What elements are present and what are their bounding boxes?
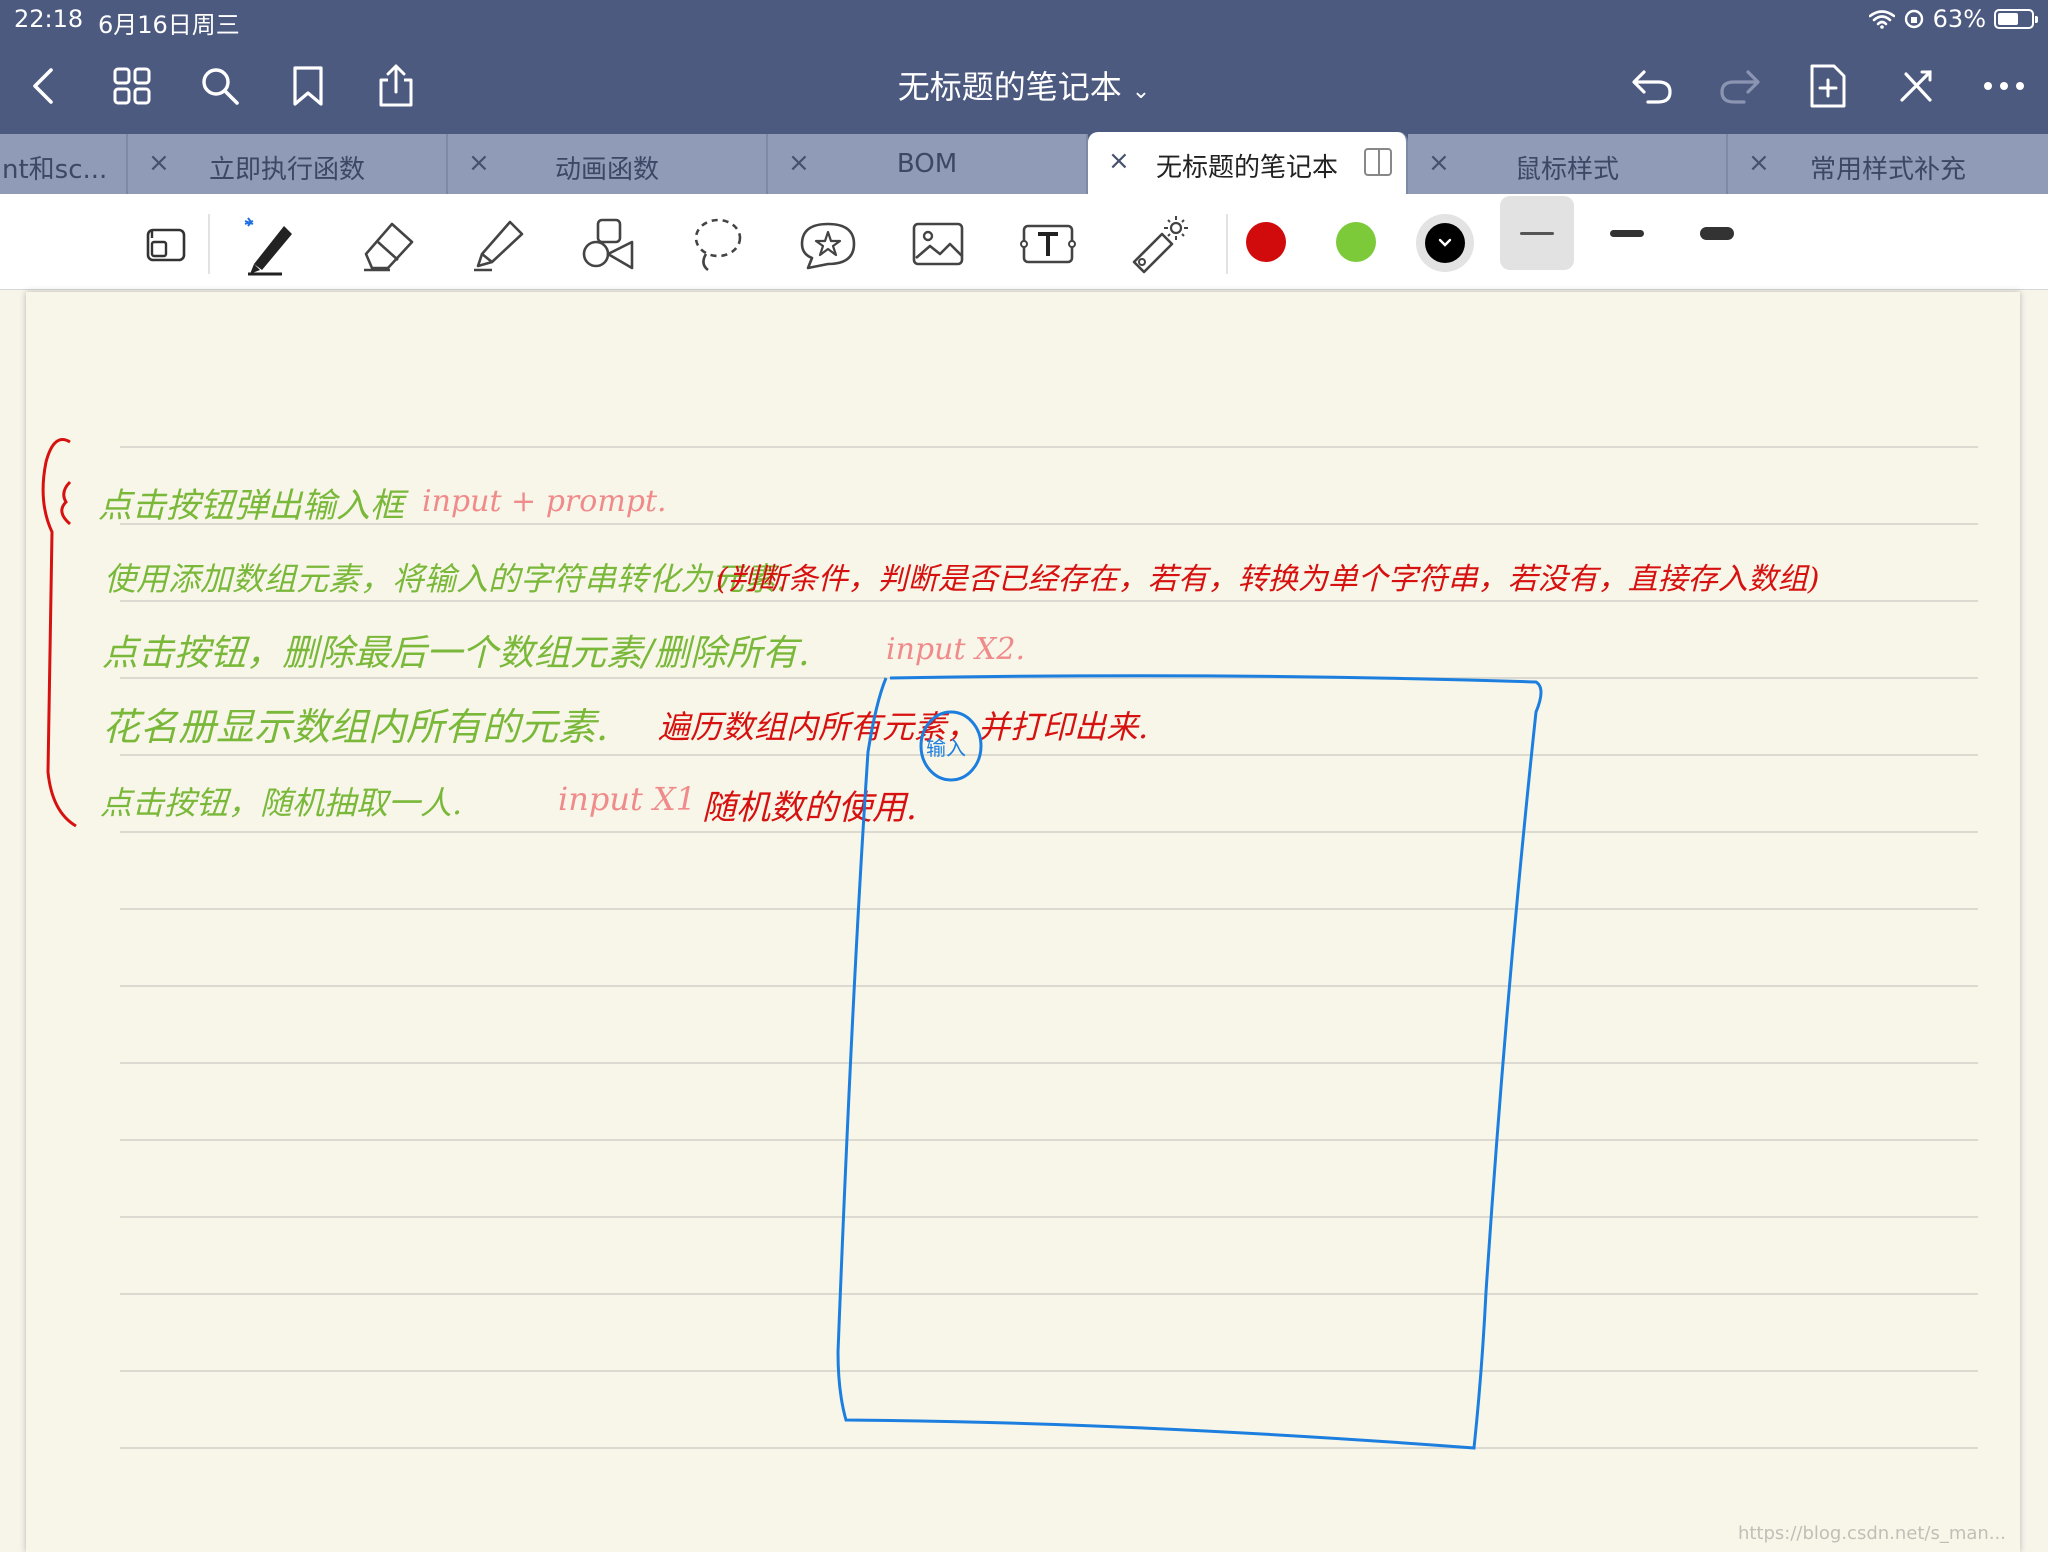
battery-fill bbox=[1998, 13, 2018, 25]
tab-label: 鼠标样式 bbox=[1514, 155, 1619, 185]
tab-2[interactable]: × 动画函数 bbox=[448, 134, 768, 194]
orientation-lock-icon bbox=[1904, 9, 1923, 29]
stroke-thin-option[interactable] bbox=[1500, 196, 1574, 270]
color-red-swatch[interactable] bbox=[1246, 222, 1286, 262]
color-black-swatch bbox=[1425, 223, 1465, 263]
chevron-down-icon: ⌄ bbox=[1131, 79, 1151, 104]
color-black-swatch-selected[interactable] bbox=[1416, 214, 1474, 272]
new-page-icon[interactable] bbox=[1804, 62, 1852, 110]
redo-icon[interactable] bbox=[1716, 62, 1764, 110]
tab-5[interactable]: × 鼠标样式 bbox=[1408, 134, 1728, 194]
pen-icon[interactable] bbox=[240, 212, 304, 276]
tab-4-active[interactable]: × 无标题的笔记本 bbox=[1088, 132, 1408, 194]
notebook-page[interactable]: 点击按钮弹出输入框 input + prompt. 使用添加数组元素，将输入的字… bbox=[26, 292, 2020, 1552]
tab-1[interactable]: × 立即执行函数 bbox=[128, 134, 448, 194]
split-view-icon[interactable] bbox=[1364, 148, 1392, 176]
color-green-swatch[interactable] bbox=[1336, 222, 1376, 262]
tab-bar: nt和sc... × 立即执行函数 × 动画函数 × BOM × 无标题的笔记本… bbox=[0, 132, 2048, 194]
nav-bar: 无标题的笔记本 ⌄ bbox=[0, 40, 2048, 132]
tab-3[interactable]: × BOM bbox=[768, 134, 1088, 194]
tab-close-icon[interactable]: × bbox=[1108, 146, 1130, 176]
tab-6[interactable]: × 常用样式补充 bbox=[1728, 134, 2048, 194]
battery-percent: 63% bbox=[1932, 5, 1986, 33]
laser-pointer-icon[interactable] bbox=[1126, 212, 1190, 276]
ink-drawing-layer bbox=[41, 438, 1543, 1450]
battery-icon bbox=[1994, 9, 2038, 29]
eraser-icon[interactable] bbox=[356, 212, 420, 276]
tab-label: 动画函数 bbox=[554, 155, 659, 185]
red-brace-drawing bbox=[41, 438, 77, 828]
red-brace-small bbox=[60, 480, 72, 526]
sketch-input-label: 输入 bbox=[926, 736, 966, 760]
undo-icon[interactable] bbox=[1628, 62, 1676, 110]
stroke-medium-option[interactable] bbox=[1590, 196, 1664, 270]
page-layout-icon[interactable] bbox=[134, 212, 198, 276]
toolbar-divider bbox=[208, 214, 210, 274]
toolbar-divider bbox=[1226, 214, 1228, 274]
notebook-title-text: 无标题的笔记本 bbox=[897, 68, 1122, 106]
tab-0[interactable]: nt和sc... bbox=[0, 134, 128, 194]
blue-sketch-frame bbox=[836, 674, 1543, 1450]
more-icon[interactable] bbox=[1980, 62, 2028, 110]
status-bar: 22:18 6月16日周三 63% bbox=[0, 0, 2048, 40]
shapes-icon[interactable] bbox=[576, 212, 640, 276]
status-right: 63% bbox=[1868, 5, 2038, 33]
stroke-thick-option[interactable] bbox=[1680, 196, 1754, 270]
status-time: 22:18 bbox=[14, 5, 84, 33]
wifi-icon bbox=[1868, 10, 1895, 29]
sticker-icon[interactable] bbox=[796, 212, 860, 276]
status-date: 6月16日周三 bbox=[98, 11, 240, 39]
tab-label: 常用样式补充 bbox=[1809, 155, 1966, 185]
text-icon[interactable] bbox=[1016, 212, 1080, 276]
tab-label: 立即执行函数 bbox=[208, 155, 365, 185]
tab-label: nt和sc... bbox=[2, 155, 108, 185]
close-tools-icon[interactable] bbox=[1892, 62, 1940, 110]
highlighter-icon[interactable] bbox=[466, 212, 530, 276]
tab-label: BOM bbox=[896, 149, 958, 179]
lasso-icon[interactable] bbox=[686, 212, 750, 276]
image-icon[interactable] bbox=[906, 212, 970, 276]
chevron-down-icon bbox=[1438, 238, 1452, 247]
watermark-text: https://blog.csdn.net/s_man... bbox=[1737, 1523, 2006, 1544]
